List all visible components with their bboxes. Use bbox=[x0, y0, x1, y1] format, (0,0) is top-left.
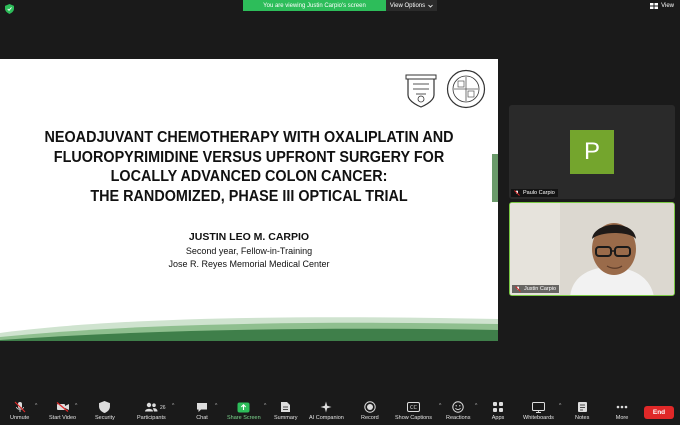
apps-label: Apps bbox=[491, 415, 505, 421]
shared-screen-slide: NEOADJUVANT CHEMOTHERAPY WITH OXALIPLATI… bbox=[0, 59, 498, 341]
summary-button[interactable]: Summary bbox=[274, 401, 298, 421]
participant-tile-paulo[interactable]: P Paulo Carpio bbox=[509, 105, 675, 199]
view-options-label: View Options bbox=[389, 2, 426, 9]
video-off-icon bbox=[56, 402, 69, 412]
unmute-label: Unmute bbox=[10, 415, 30, 421]
record-icon bbox=[364, 401, 376, 413]
chat-button[interactable]: Chat bbox=[195, 401, 209, 421]
chevron-down-icon bbox=[428, 4, 433, 8]
participant-name-tag: Justin Carpio bbox=[512, 285, 560, 293]
participants-label: Participants bbox=[137, 415, 166, 421]
share-screen-button[interactable]: Share Screen bbox=[227, 401, 261, 421]
chevron-up-icon[interactable]: ^ bbox=[75, 403, 77, 409]
reactions-button[interactable]: Reactions bbox=[446, 401, 470, 421]
slide-title-line: FLUOROPYRIMIDINE VERSUS UPFRONT SURGERY … bbox=[53, 148, 445, 166]
ai-companion-label: AI Companion bbox=[309, 415, 344, 421]
svg-text:CC: CC bbox=[410, 405, 417, 411]
sparkle-icon bbox=[320, 401, 332, 413]
apps-button[interactable]: Apps bbox=[491, 401, 505, 421]
security-button[interactable]: Security bbox=[95, 401, 115, 421]
whiteboard-icon bbox=[531, 401, 545, 413]
hospital-seal-logo bbox=[405, 74, 437, 108]
chevron-up-icon[interactable]: ^ bbox=[559, 403, 561, 409]
chevron-up-icon[interactable]: ^ bbox=[215, 403, 217, 409]
participant-name: Justin Carpio bbox=[524, 286, 557, 292]
slide-title-line: THE RANDOMIZED, PHASE III OPTICAL TRIAL bbox=[90, 187, 408, 205]
zoom-window: You are viewing Justin Carpio's screen V… bbox=[0, 0, 680, 425]
screen-share-banner: You are viewing Justin Carpio's screen V… bbox=[243, 0, 437, 11]
slide-author: JUSTIN LEO M. CARPIO bbox=[188, 231, 310, 243]
slide-institution: Jose R. Reyes Memorial Medical Center bbox=[168, 259, 330, 269]
whiteboards-label: Whiteboards bbox=[523, 415, 554, 421]
captions-icon: CC bbox=[407, 402, 420, 412]
slide-logos bbox=[402, 69, 486, 109]
participants-count: 26 bbox=[160, 405, 166, 411]
reactions-label: Reactions bbox=[446, 415, 471, 421]
slide-side-accent bbox=[492, 154, 498, 202]
chevron-up-icon[interactable]: ^ bbox=[439, 403, 441, 409]
notes-label: Notes bbox=[575, 415, 590, 421]
record-label: Record bbox=[361, 415, 379, 421]
slide-decorative-waves bbox=[0, 317, 498, 341]
chat-icon bbox=[197, 402, 207, 412]
mic-muted-icon bbox=[514, 190, 520, 196]
chevron-up-icon[interactable]: ^ bbox=[475, 403, 477, 409]
slide-role: Second year, Fellow-in-Training bbox=[185, 246, 313, 256]
more-label: More bbox=[615, 415, 629, 421]
slide-title-line: LOCALLY ADVANCED COLON CANCER: bbox=[110, 168, 388, 185]
avatar: P bbox=[570, 130, 614, 174]
participant-name-tag: Paulo Carpio bbox=[511, 189, 558, 197]
participant-video-feed bbox=[510, 203, 674, 295]
slide-title: NEOADJUVANT CHEMOTHERAPY WITH OXALIPLATI… bbox=[25, 128, 473, 206]
apps-icon bbox=[493, 402, 503, 412]
chevron-up-icon[interactable]: ^ bbox=[264, 403, 266, 409]
mic-muted-icon bbox=[14, 401, 26, 413]
participant-tile-justin[interactable]: Justin Carpio bbox=[509, 202, 675, 296]
end-meeting-button[interactable]: End bbox=[644, 406, 674, 419]
chevron-up-icon[interactable]: ^ bbox=[172, 403, 174, 409]
participants-button[interactable]: Participants bbox=[137, 401, 166, 421]
summary-icon bbox=[281, 402, 291, 412]
ai-companion-button[interactable]: AI Companion bbox=[309, 401, 344, 421]
grid-view-icon bbox=[650, 3, 659, 9]
unmute-button[interactable]: Unmute bbox=[10, 401, 29, 421]
security-label: Security bbox=[95, 415, 115, 421]
viewing-notice: You are viewing Justin Carpio's screen bbox=[243, 0, 386, 11]
chevron-up-icon[interactable]: ^ bbox=[35, 403, 37, 409]
security-shield-icon[interactable] bbox=[5, 4, 14, 14]
share-screen-label: Share Screen bbox=[227, 415, 261, 421]
share-screen-icon bbox=[237, 402, 250, 412]
notes-button[interactable]: Notes bbox=[575, 401, 589, 421]
start-video-button[interactable]: Start Video bbox=[49, 401, 76, 421]
view-button[interactable]: View bbox=[650, 3, 674, 9]
whiteboards-button[interactable]: Whiteboards bbox=[523, 401, 554, 421]
mic-muted-icon bbox=[515, 286, 521, 292]
notes-icon bbox=[577, 402, 587, 412]
college-seal-logo bbox=[446, 69, 486, 109]
record-button[interactable]: Record bbox=[361, 401, 379, 421]
participants-icon bbox=[145, 402, 158, 412]
view-label: View bbox=[661, 3, 674, 9]
show-captions-label: Show Captions bbox=[395, 415, 432, 421]
shield-icon bbox=[99, 401, 111, 413]
participant-name: Paulo Carpio bbox=[523, 190, 555, 196]
slide-title-line: NEOADJUVANT CHEMOTHERAPY WITH OXALIPLATI… bbox=[44, 129, 454, 146]
view-options-button[interactable]: View Options bbox=[386, 0, 437, 11]
chat-label: Chat bbox=[196, 415, 208, 421]
more-button[interactable]: More bbox=[615, 401, 629, 421]
start-video-label: Start Video bbox=[49, 415, 77, 421]
meeting-toolbar: Unmute ^ Start Video ^ Security Particip… bbox=[0, 397, 680, 425]
ellipsis-icon bbox=[616, 405, 628, 409]
emoji-icon bbox=[452, 401, 464, 413]
show-captions-button[interactable]: CC Show Captions bbox=[395, 401, 432, 421]
summary-label: Summary bbox=[274, 415, 298, 421]
